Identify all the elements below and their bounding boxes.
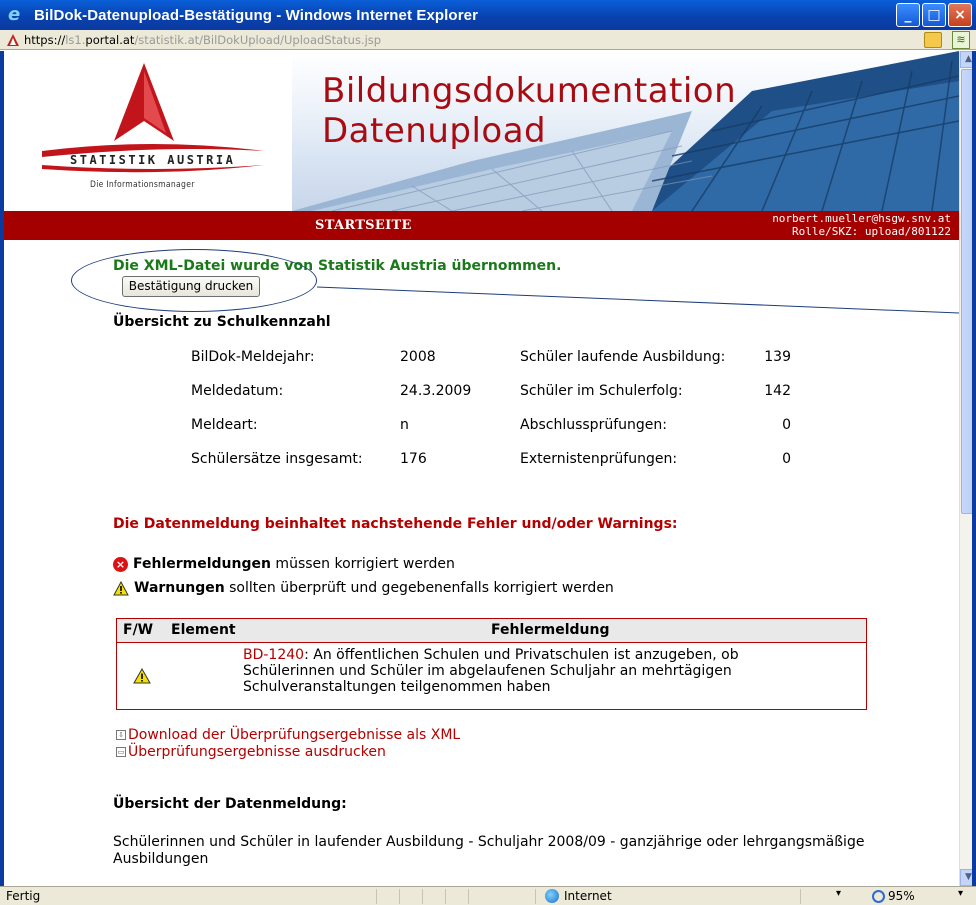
window-titlebar: e BilDok-Datenupload-Bestätigung - Windo… xyxy=(0,0,976,30)
download-xml-link[interactable]: ⇩ Download der Überprüfungsergebnisse als… xyxy=(116,727,460,743)
banner-building-image: Bildungsdokumentation Datenupload xyxy=(292,51,959,211)
overview-value: n xyxy=(400,417,409,433)
status-divider xyxy=(535,889,536,904)
page-viewport: STATISTIK AUSTRIA Die Informationsmanage… xyxy=(0,51,959,886)
download-icon: ⇩ xyxy=(116,730,126,740)
overview-label: Schüler im Schulerfolg: xyxy=(520,383,683,399)
close-icon: × xyxy=(954,7,966,23)
url-subdomain: ls1. xyxy=(65,32,86,47)
download-link-label: Download der Überprüfungsergebnisse als … xyxy=(128,727,461,743)
overview-label: Externistenprüfungen: xyxy=(520,451,678,467)
nav-startseite-link[interactable]: STARTSEITE xyxy=(315,218,412,233)
zoom-control[interactable]: 95% xyxy=(872,889,915,903)
errors-heading: Die Datenmeldung beinhaltet nachstehende… xyxy=(113,516,678,532)
logo-triangle-icon xyxy=(114,63,174,141)
status-divider xyxy=(422,889,423,904)
error-code-link[interactable]: BD-1240 xyxy=(243,647,304,663)
status-divider xyxy=(800,889,801,904)
overview-label: Meldedatum: xyxy=(191,383,284,399)
zone-label: Internet xyxy=(564,889,612,903)
zoom-level: 95% xyxy=(888,889,915,903)
status-divider xyxy=(445,889,446,904)
minimize-button[interactable]: _ xyxy=(896,3,920,27)
legend-warning: Warnungen sollten überprüft und gegebene… xyxy=(113,580,614,596)
address-bar[interactable]: https://ls1.portal.at/statistik.at/BilDo… xyxy=(0,30,976,50)
printer-icon: ▭ xyxy=(116,747,126,757)
warning-icon xyxy=(113,580,129,595)
feed-icon[interactable]: ≋ xyxy=(952,31,970,49)
window-title: BilDok-Datenupload-Bestätigung - Windows… xyxy=(34,6,479,24)
zoom-dropdown-icon[interactable]: ▾ xyxy=(958,888,963,899)
legend-error-bold: Fehlermeldungen xyxy=(133,556,271,572)
header-element: Element xyxy=(171,622,236,638)
window-controls: _ □ × xyxy=(896,3,972,27)
site-warning-icon xyxy=(7,33,19,46)
error-icon: × xyxy=(113,556,128,572)
overview-value: 0 xyxy=(782,451,791,467)
legend-error: × Fehlermeldungen müssen korrigiert werd… xyxy=(113,556,455,572)
overview-value: 176 xyxy=(400,451,427,467)
banner-title-line1: Bildungsdokumentation xyxy=(322,71,737,111)
globe-icon xyxy=(545,889,559,903)
overview-label: Abschlussprüfungen: xyxy=(520,417,667,433)
minimize-icon: _ xyxy=(904,7,912,23)
maximize-button[interactable]: □ xyxy=(922,3,946,27)
zoom-icon xyxy=(872,889,885,903)
legend-warning-text: sollten überprüft und gegebenenfalls kor… xyxy=(224,580,614,596)
error-message-text: : An öffentlichen Schulen und Privatschu… xyxy=(243,647,739,695)
print-results-link[interactable]: ▭ Überprüfungsergebnisse ausdrucken xyxy=(116,744,386,760)
banner-title: Bildungsdokumentation Datenupload xyxy=(322,71,736,151)
overview-value: 0 xyxy=(782,417,791,433)
status-divider xyxy=(468,889,469,904)
nav-bar: STARTSEITE norbert.mueller@hsgw.snv.at R… xyxy=(4,211,959,240)
security-zone[interactable]: Internet xyxy=(545,889,612,903)
protected-mode-icon[interactable]: ▾ xyxy=(836,888,841,899)
internet-explorer-icon: e xyxy=(8,4,21,25)
user-info: norbert.mueller@hsgw.snv.at Rolle/SKZ: u… xyxy=(772,212,951,238)
lock-icon[interactable] xyxy=(924,32,942,48)
highlight-ellipse xyxy=(71,249,317,312)
status-bar: Fertig Internet ▾ 95% ▾ xyxy=(0,886,976,905)
maximize-icon: □ xyxy=(927,7,941,23)
overview-value: 139 xyxy=(764,349,791,365)
summary-heading: Übersicht der Datenmeldung: xyxy=(113,796,347,812)
user-role: Rolle/SKZ: upload/801122 xyxy=(792,225,951,238)
errors-table: F/W Element Fehlermeldung BD-1240: An öf… xyxy=(116,618,867,710)
url-text[interactable]: https://ls1.portal.at/statistik.at/BilDo… xyxy=(24,33,381,47)
print-link-label: Überprüfungsergebnisse ausdrucken xyxy=(128,744,386,760)
overview-label: Meldeart: xyxy=(191,417,258,433)
summary-text: Schülerinnen und Schüler in laufender Au… xyxy=(113,834,865,867)
overview-value: 2008 xyxy=(400,349,436,365)
statistik-austria-logo: STATISTIK AUSTRIA Die Informationsmanage… xyxy=(4,51,292,211)
logo-name: STATISTIK AUSTRIA xyxy=(70,153,236,167)
table-row: BD-1240: An öffentlichen Schulen und Pri… xyxy=(243,647,823,695)
window-border xyxy=(972,51,976,905)
legend-warning-bold: Warnungen xyxy=(134,580,225,596)
overview-label: BilDok-Meldejahr: xyxy=(191,349,315,365)
header-fw: F/W xyxy=(123,622,154,638)
overview-label: Schüler laufende Ausbildung: xyxy=(520,349,726,365)
legend-error-text: müssen korrigiert werden xyxy=(270,556,455,572)
url-host: portal.at xyxy=(85,32,135,47)
errors-table-header: F/W Element Fehlermeldung xyxy=(117,619,866,643)
url-protocol: https:// xyxy=(24,32,66,47)
overview-heading: Übersicht zu Schulkennzahl xyxy=(113,314,331,330)
banner-title-line2: Datenupload xyxy=(322,111,547,151)
warning-icon xyxy=(133,668,151,684)
overview-label: Schülersätze insgesamt: xyxy=(191,451,363,467)
user-email: norbert.mueller@hsgw.snv.at xyxy=(772,212,951,225)
header-banner: STATISTIK AUSTRIA Die Informationsmanage… xyxy=(4,51,959,211)
status-divider xyxy=(399,889,400,904)
url-path: /statistik.at/BilDokUpload/UploadStatus.… xyxy=(134,32,382,47)
close-button[interactable]: × xyxy=(948,3,972,27)
overview-value: 24.3.2009 xyxy=(400,383,472,399)
logo-tagline: Die Informationsmanager xyxy=(90,180,195,190)
status-text: Fertig xyxy=(6,889,41,903)
header-message: Fehlermeldung xyxy=(491,622,610,638)
overview-value: 142 xyxy=(764,383,791,399)
status-divider xyxy=(376,889,377,904)
